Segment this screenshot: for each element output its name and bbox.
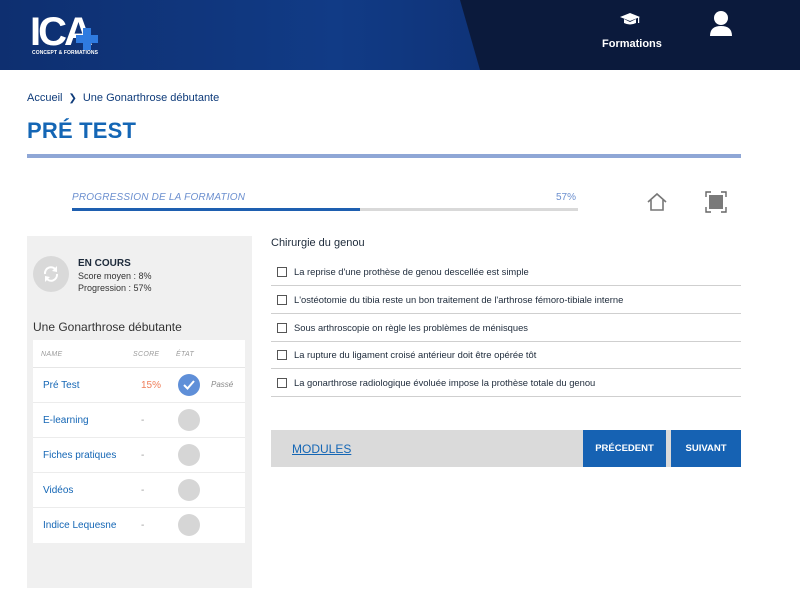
title-divider	[27, 154, 741, 158]
status-box: EN COURS Score moyen : 8% Progression : …	[33, 248, 243, 298]
nav-formations[interactable]: Formations	[602, 12, 662, 56]
status-dot-icon	[178, 479, 200, 501]
table-row[interactable]: Pré Test 15% Passé	[33, 368, 245, 403]
navigation-bar: MODULES PRÉCEDENT SUIVANT	[271, 430, 741, 467]
checkbox[interactable]	[277, 350, 287, 360]
checkbox[interactable]	[277, 323, 287, 333]
answer-option[interactable]: La reprise d'une prothèse de genou desce…	[271, 258, 741, 286]
logo-subtitle: CONCEPT & FORMATIONS	[32, 50, 99, 56]
column-state: ÉTAT	[176, 351, 195, 358]
table-header: NAME SCORE ÉTAT	[33, 340, 245, 368]
progress-label: PROGRESSION DE LA FORMATION	[72, 192, 246, 203]
row-name[interactable]: E-learning	[43, 415, 89, 426]
answer-text: La rupture du ligament croisé antérieur …	[294, 349, 537, 360]
sidebar: EN COURS Score moyen : 8% Progression : …	[27, 236, 252, 588]
answer-option[interactable]: La gonarthrose radiologique évoluée impo…	[271, 369, 741, 397]
status-dot-icon	[178, 409, 200, 431]
table-row[interactable]: Fiches pratiques -	[33, 438, 245, 473]
answer-option[interactable]: Sous arthroscopie on règle les problèmes…	[271, 314, 741, 342]
status-score: Score moyen : 8%	[78, 271, 152, 281]
home-icon[interactable]	[646, 192, 668, 212]
module-table: NAME SCORE ÉTAT Pré Test 15% Passé E-lea…	[33, 340, 245, 543]
answer-text: La reprise d'une prothèse de genou desce…	[294, 266, 529, 277]
graduation-cap-icon	[620, 13, 640, 25]
chevron-right-icon: ❯	[68, 92, 77, 104]
page-title: PRÉ TEST	[27, 118, 137, 143]
column-score: SCORE	[133, 351, 160, 358]
row-name[interactable]: Pré Test	[43, 380, 80, 391]
answer-text: Sous arthroscopie on règle les problèmes…	[294, 322, 528, 333]
breadcrumb: Accueil ❯ Une Gonarthrose débutante	[27, 92, 219, 104]
previous-button[interactable]: PRÉCEDENT	[583, 430, 666, 467]
checkbox[interactable]	[277, 267, 287, 277]
row-name[interactable]: Indice Lequesne	[43, 520, 116, 531]
progress-fill	[72, 208, 361, 211]
answer-option[interactable]: La rupture du ligament croisé antérieur …	[271, 341, 741, 369]
status-circle	[33, 256, 69, 292]
row-name[interactable]: Fiches pratiques	[43, 450, 116, 461]
answer-option[interactable]: L'ostéotomie du tibia reste un bon trait…	[271, 286, 741, 314]
row-score: -	[141, 520, 145, 531]
table-row[interactable]: E-learning -	[33, 403, 245, 438]
answer-text: La gonarthrose radiologique évoluée impo…	[294, 377, 596, 388]
logo[interactable]: ICA CONCEPT & FORMATIONS	[30, 12, 100, 56]
modules-link[interactable]: MODULES	[292, 442, 351, 456]
user-icon[interactable]	[708, 10, 734, 38]
breadcrumb-current[interactable]: Une Gonarthrose débutante	[83, 92, 219, 104]
breadcrumb-home[interactable]: Accueil	[27, 92, 62, 104]
row-score: 15%	[141, 380, 162, 391]
progress-percent: 57%	[556, 192, 577, 203]
status-title: EN COURS	[78, 258, 131, 269]
status-progression: Progression : 57%	[78, 283, 152, 293]
fullscreen-icon[interactable]	[705, 191, 727, 213]
table-row[interactable]: Indice Lequesne -	[33, 508, 245, 543]
row-name[interactable]: Vidéos	[43, 485, 73, 496]
row-state: Passé	[211, 380, 234, 389]
row-score: -	[141, 415, 145, 426]
checkbox[interactable]	[277, 378, 287, 388]
row-score: -	[141, 450, 145, 461]
next-button[interactable]: SUIVANT	[671, 430, 741, 467]
refresh-icon	[43, 266, 59, 282]
progress-track	[72, 208, 578, 211]
question-title: Chirurgie du genou	[271, 237, 365, 249]
table-row[interactable]: Vidéos -	[33, 473, 245, 508]
checkbox[interactable]	[277, 295, 287, 305]
check-icon	[178, 374, 200, 396]
column-name: NAME	[41, 351, 63, 358]
answer-text: L'ostéotomie du tibia reste un bon trait…	[294, 294, 624, 305]
course-title: Une Gonarthrose débutante	[33, 320, 182, 334]
nav-formations-label: Formations	[602, 38, 662, 50]
top-header: ICA CONCEPT & FORMATIONS Formations	[0, 0, 800, 70]
row-score: -	[141, 485, 145, 496]
status-dot-icon	[178, 444, 200, 466]
status-dot-icon	[178, 514, 200, 536]
logo-cross-icon	[76, 28, 98, 50]
